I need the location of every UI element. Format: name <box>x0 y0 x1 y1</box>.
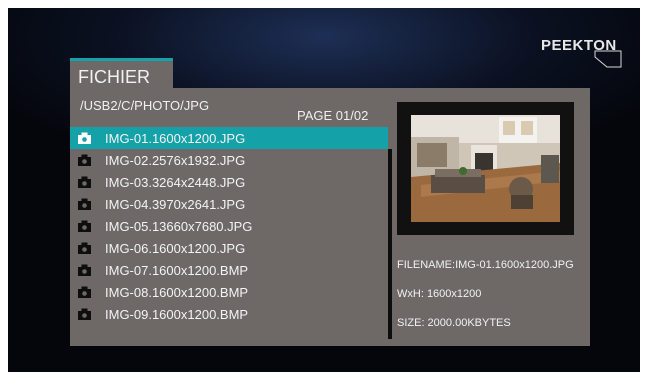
filename-label: FILENAME:IMG-01.1600x1200.JPG <box>397 259 574 271</box>
size-label: SIZE: 2000.00KBYTES <box>397 317 511 329</box>
camera-icon <box>78 132 91 144</box>
file-list-item[interactable]: IMG-01.1600x1200.JPG <box>70 127 388 149</box>
file-name: IMG-05.13660x7680.JPG <box>105 218 253 234</box>
camera-icon <box>78 242 91 254</box>
tab-fichier[interactable]: FICHIER <box>70 58 173 88</box>
file-name: IMG-03.3264x2448.JPG <box>105 174 246 190</box>
page-indicator: PAGE 01/02 <box>297 108 369 123</box>
camera-icon <box>78 154 91 166</box>
file-name: IMG-07.1600x1200.BMP <box>105 262 249 278</box>
camera-icon <box>78 264 91 276</box>
file-list: IMG-01.1600x1200.JPG IMG-02.2576x1932.JPG… <box>70 127 388 325</box>
camera-icon <box>78 308 91 320</box>
file-name: IMG-09.1600x1200.BMP <box>105 306 249 322</box>
file-name: IMG-02.2576x1932.JPG <box>105 152 246 168</box>
file-name: IMG-04.3970x2641.JPG <box>105 196 246 212</box>
file-list-item[interactable]: IMG-09.1600x1200.BMP <box>70 303 388 325</box>
media-player-screen: PEEKTON FICHIER /USB2/C/PHOTO/JPG PAGE 0… <box>8 8 640 372</box>
camera-icon <box>78 286 91 298</box>
file-list-item[interactable]: IMG-05.13660x7680.JPG <box>70 215 388 237</box>
camera-icon <box>78 198 91 210</box>
dimensions-label: WxH: 1600x1200 <box>397 288 482 300</box>
brand-logo: PEEKTON <box>541 33 625 71</box>
camera-icon <box>78 176 91 188</box>
file-list-item[interactable]: IMG-08.1600x1200.BMP <box>70 281 388 303</box>
file-browser-panel: /USB2/C/PHOTO/JPG PAGE 01/02 IMG-01.1600… <box>70 88 590 346</box>
scrollbar[interactable] <box>388 149 392 339</box>
camera-icon <box>78 220 91 232</box>
file-list-item[interactable]: IMG-02.2576x1932.JPG <box>70 149 388 171</box>
file-name: IMG-01.1600x1200.JPG <box>105 130 246 146</box>
current-path: /USB2/C/PHOTO/JPG <box>80 98 210 113</box>
file-list-item[interactable]: IMG-07.1600x1200.BMP <box>70 259 388 281</box>
preview-thumbnail <box>411 115 560 222</box>
file-list-item[interactable]: IMG-06.1600x1200.JPG <box>70 237 388 259</box>
file-name: IMG-08.1600x1200.BMP <box>105 284 249 300</box>
logo-emblem-icon <box>594 50 622 68</box>
file-list-item[interactable]: IMG-04.3970x2641.JPG <box>70 193 388 215</box>
image-preview <box>397 102 574 235</box>
file-name: IMG-06.1600x1200.JPG <box>105 240 246 256</box>
file-list-item[interactable]: IMG-03.3264x2448.JPG <box>70 171 388 193</box>
